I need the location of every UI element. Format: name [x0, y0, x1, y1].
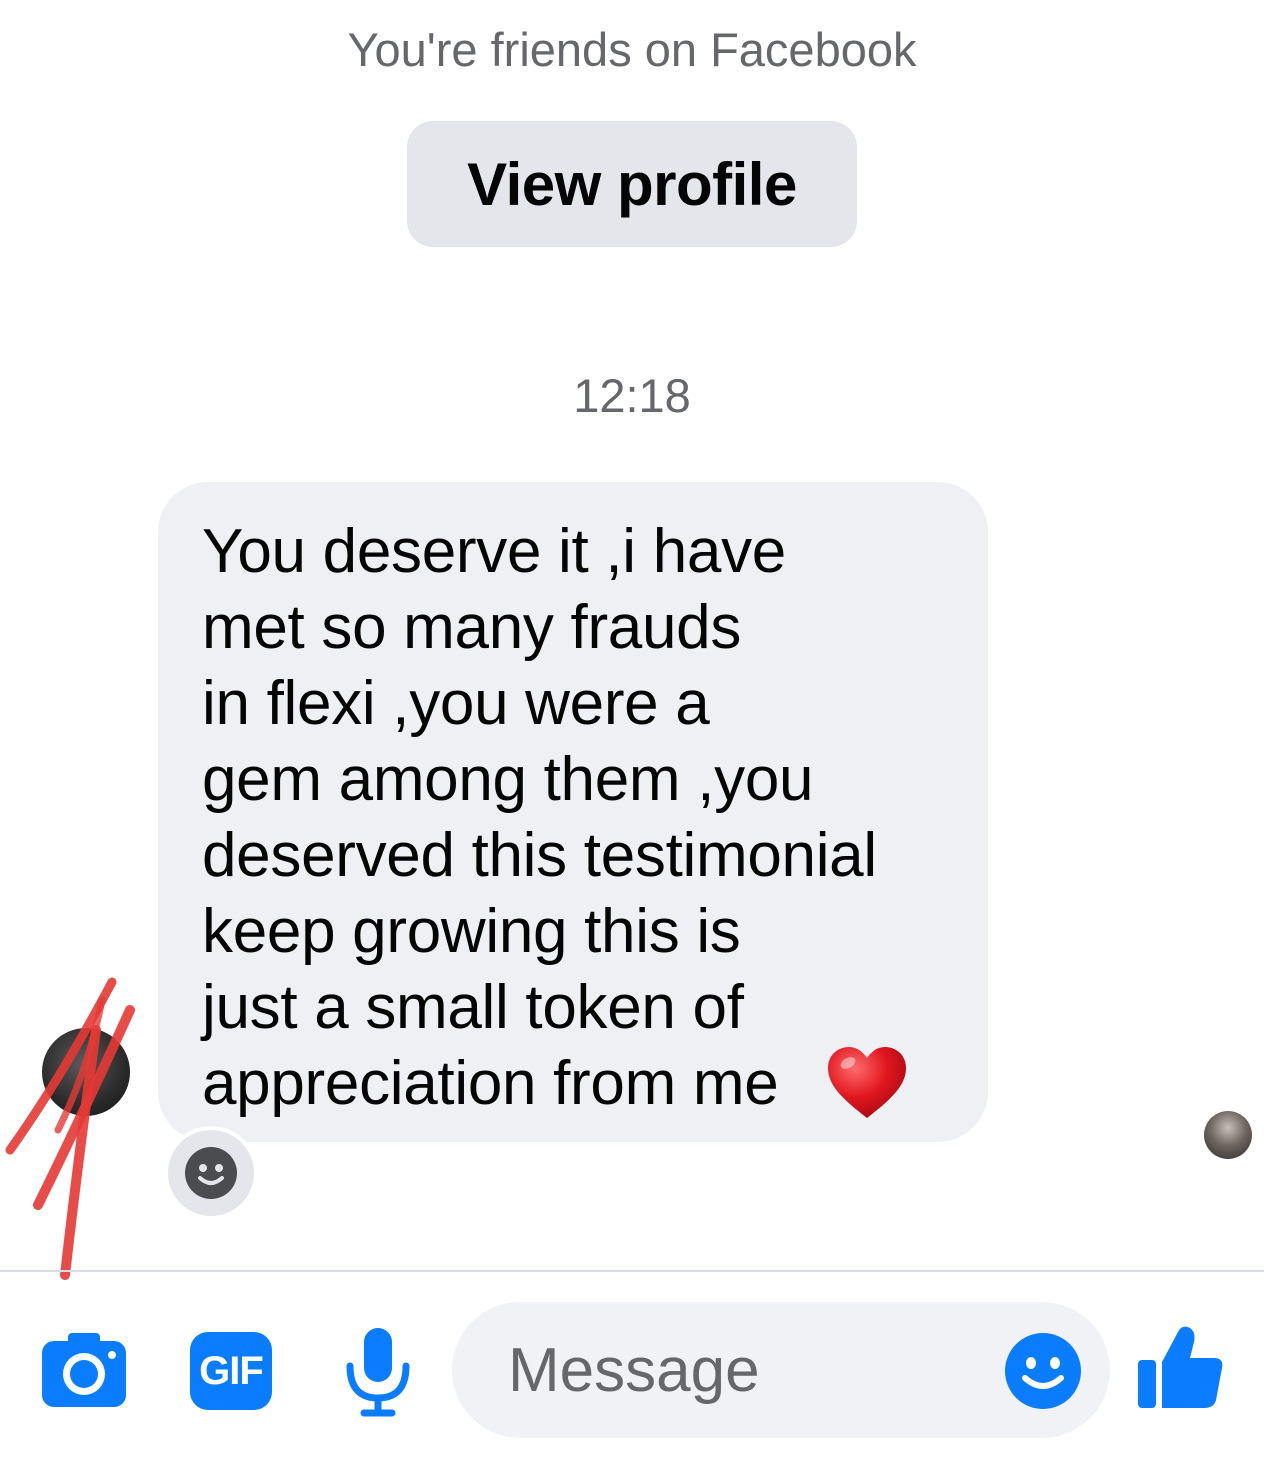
heart-icon [828, 1047, 906, 1118]
gif-button[interactable]: GIF [190, 1332, 272, 1410]
smiley-icon [185, 1147, 237, 1199]
friends-on-facebook-note: You're friends on Facebook [347, 23, 917, 76]
message-composer[interactable] [452, 1302, 1110, 1438]
thumbs-up-icon[interactable] [1134, 1322, 1226, 1412]
message-input[interactable] [508, 1330, 978, 1410]
message-timestamp: 12:18 [573, 369, 691, 422]
add-reaction-button[interactable] [164, 1126, 258, 1220]
composer-divider [0, 1270, 1264, 1272]
emoji-icon[interactable] [1004, 1332, 1082, 1410]
red-scribble-annotation [5, 977, 135, 1280]
camera-icon[interactable] [40, 1329, 128, 1409]
message-text: You deserve it ,i have met so many fraud… [202, 517, 877, 1118]
sender-avatar[interactable] [42, 1028, 130, 1116]
view-profile-button[interactable]: View profile [407, 121, 857, 247]
microphone-icon[interactable] [342, 1326, 414, 1418]
read-receipt-avatar [1204, 1111, 1252, 1159]
